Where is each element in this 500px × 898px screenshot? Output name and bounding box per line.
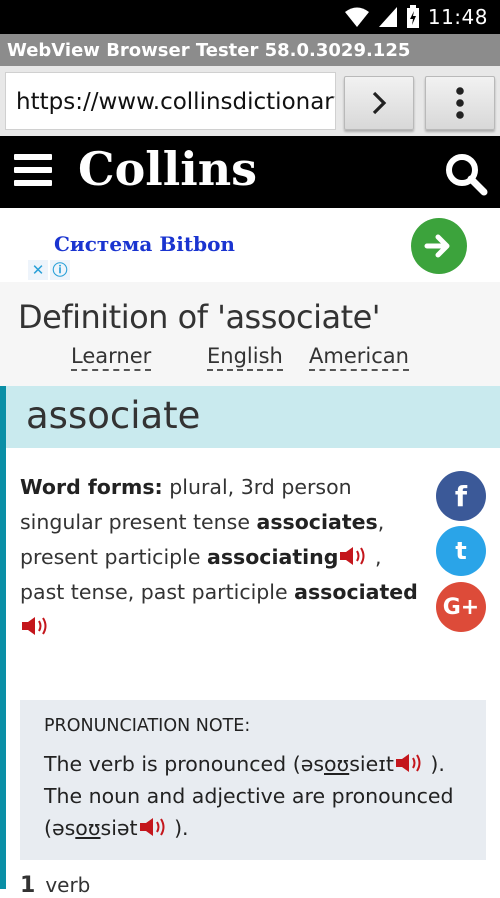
sense-number: 1 — [20, 873, 36, 898]
ad-info-icon[interactable]: ⓘ — [50, 260, 70, 280]
pron-text: oʊ — [75, 816, 101, 840]
facebook-share-button[interactable]: f — [436, 471, 486, 521]
battery-icon — [406, 5, 419, 28]
dictionary-entry: associate Word forms: plural, 3rd person… — [0, 386, 500, 898]
ad-choices: ✕ ⓘ — [28, 260, 72, 280]
site-header: Collins — [0, 136, 500, 208]
pron-text: The verb is pronounced (əs — [44, 752, 324, 776]
pron-text: oʊ — [324, 752, 350, 776]
pron-text: sieɪt — [349, 752, 394, 776]
hamburger-icon[interactable] — [14, 154, 52, 188]
more-vert-icon — [456, 87, 464, 119]
pronunciation-note: PRONUNCIATION NOTE: The verb is pronounc… — [20, 700, 486, 860]
cell-signal-icon — [378, 7, 397, 27]
app-title: WebView Browser Tester 58.0.3029.125 — [0, 34, 500, 66]
ad-banner[interactable]: Система Bitbon ✕ ⓘ — [28, 212, 472, 280]
url-input[interactable]: https://www.collinsdictionary — [5, 72, 336, 130]
speaker-icon[interactable] — [20, 615, 50, 637]
tab-english[interactable]: English — [207, 344, 283, 371]
headword: associate — [26, 394, 201, 437]
search-icon[interactable] — [442, 150, 490, 198]
word-forms-label: Word forms: — [20, 475, 163, 499]
twitter-share-button[interactable]: t — [436, 526, 486, 576]
form-associating: associating — [206, 545, 339, 569]
google-plus-share-button[interactable]: G+ — [436, 582, 486, 632]
page-title: Definition of 'associate' — [18, 298, 381, 336]
word-forms: Word forms: plural, 3rd person singular … — [20, 470, 420, 645]
pronunciation-note-text: The verb is pronounced (əsoʊsieɪt ). The… — [44, 748, 474, 844]
ad-arrow-button[interactable] — [411, 218, 467, 274]
pronunciation-note-title: PRONUNCIATION NOTE: — [44, 716, 251, 736]
status-time: 11:48 — [427, 5, 488, 29]
dictionary-tabs: Learner English American — [0, 344, 500, 376]
sense-heading: 1 verb — [20, 873, 90, 898]
speaker-icon[interactable] — [138, 816, 168, 838]
url-row: https://www.collinsdictionary — [0, 66, 500, 136]
ad-title[interactable]: Система Bitbon — [54, 232, 235, 256]
arrow-right-icon — [424, 234, 450, 258]
pron-text: ). — [167, 816, 189, 840]
entry-accent-bar — [0, 386, 6, 889]
overflow-menu-button[interactable] — [425, 76, 495, 130]
headword-band: associate — [6, 386, 500, 448]
speaker-icon[interactable] — [338, 545, 368, 567]
tab-american[interactable]: American — [309, 344, 409, 371]
wifi-icon — [344, 7, 369, 27]
sense-pos: verb — [45, 873, 91, 897]
pron-text: siət — [100, 816, 138, 840]
collins-logo[interactable]: Collins — [78, 142, 257, 196]
definition-header: Definition of 'associate' Learner Englis… — [0, 282, 500, 386]
ad-close-icon[interactable]: ✕ — [28, 260, 48, 280]
status-bar: 11:48 — [0, 0, 500, 34]
speaker-icon[interactable] — [394, 752, 424, 774]
tab-learner[interactable]: Learner — [71, 344, 152, 371]
go-button[interactable] — [344, 76, 414, 130]
form-associates: associates — [256, 510, 378, 534]
status-icons: 11:48 — [344, 4, 488, 30]
chevron-right-icon — [372, 91, 387, 115]
pron-text: ). — [423, 752, 445, 776]
form-associated: associated — [294, 580, 418, 604]
